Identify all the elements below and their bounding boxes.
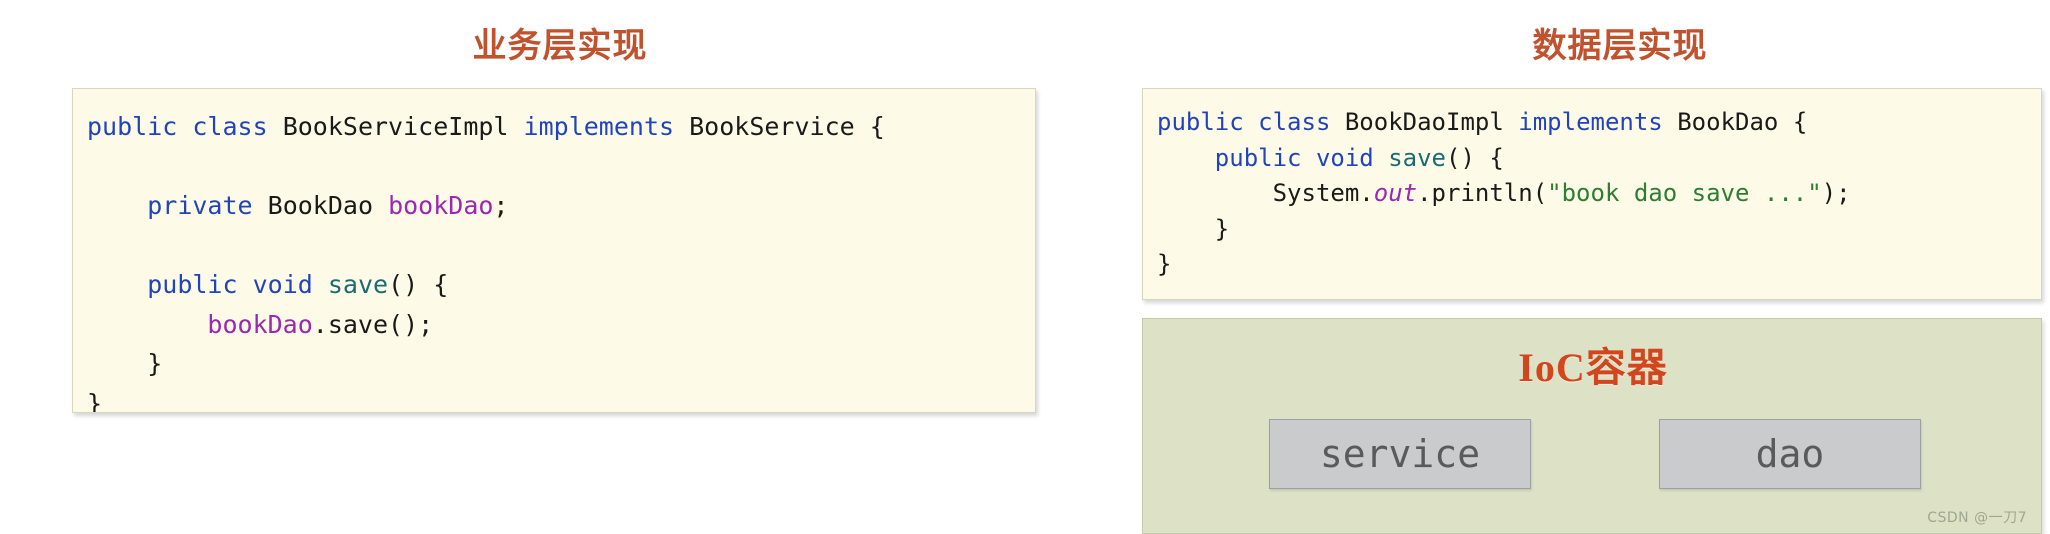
data-layer-title: 数据层实现: [1532, 27, 1708, 65]
service-code-panel: public class BookServiceImpl implements …: [72, 88, 1036, 413]
csdn-watermark: CSDN @一刀7: [1927, 510, 2027, 526]
diagram-canvas: 业务层实现 数据层实现 public class BookServiceImpl…: [0, 0, 2050, 534]
business-layer-title: 业务层实现: [472, 27, 648, 65]
dao-code-block: public class BookDaoImpl implements Book…: [1157, 108, 1851, 279]
ioc-container-box: IoC容器 service dao CSDN @一刀7: [1142, 318, 2042, 534]
dao-code-panel: public class BookDaoImpl implements Book…: [1142, 88, 2042, 300]
ioc-bean-dao[interactable]: dao: [1659, 419, 1921, 489]
ioc-container-title: IoC容器: [1518, 345, 1668, 390]
service-code-block: public class BookServiceImpl implements …: [87, 112, 885, 413]
ioc-bean-dao-label: dao: [1755, 432, 1825, 476]
ioc-bean-service-label: service: [1319, 432, 1481, 476]
ioc-bean-service[interactable]: service: [1269, 419, 1531, 489]
